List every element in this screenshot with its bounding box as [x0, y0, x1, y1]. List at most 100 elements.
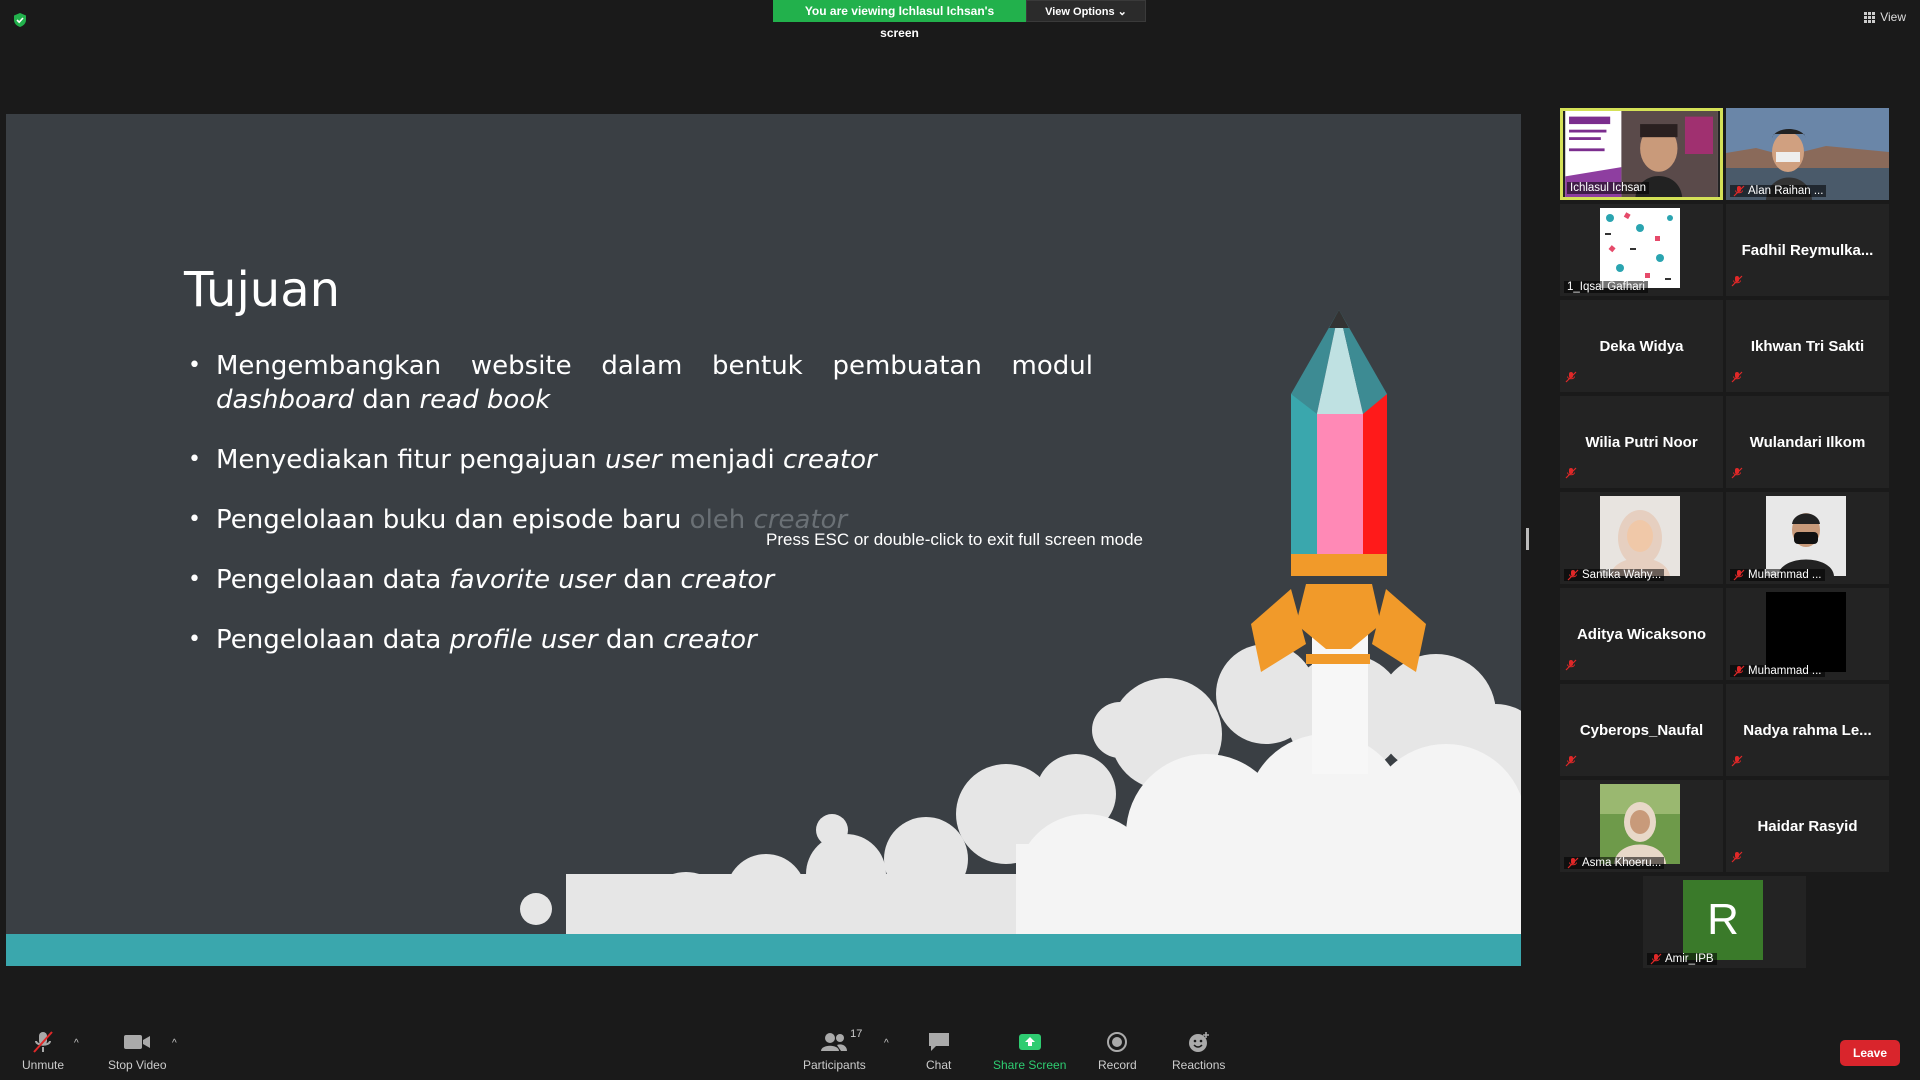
participant-tile[interactable]: Muhammad ... — [1726, 588, 1889, 680]
participant-name: Haidar Rasyid — [1757, 818, 1858, 835]
video-camera-icon — [124, 1035, 151, 1049]
avatar: R — [1683, 880, 1763, 960]
list-item: Mengembangkan website dalam bentuk pembu… — [188, 349, 1093, 417]
fullscreen-exit-hint: Press ESC or double-click to exit full s… — [766, 530, 1143, 549]
slide-bullet-list: Mengembangkan website dalam bentuk pembu… — [188, 349, 1093, 683]
muted-mic-icon — [1733, 665, 1745, 677]
participant-caption: 1_Iqsal Gafhari — [1564, 281, 1648, 293]
avatar-letter: R — [1707, 895, 1739, 944]
slide-title: Tujuan — [184, 262, 341, 318]
participants-options-caret[interactable]: ^ — [884, 1038, 889, 1049]
leave-button[interactable]: Leave — [1840, 1040, 1900, 1066]
muted-mic-icon — [1650, 953, 1662, 965]
unmute-button[interactable]: Unmute — [22, 1030, 64, 1072]
participant-name: Wilia Putri Noor — [1585, 434, 1698, 451]
muted-mic-icon — [1733, 185, 1745, 197]
participant-caption: Muhammad ... — [1730, 569, 1825, 581]
chat-button[interactable]: Chat — [926, 1030, 951, 1072]
emoji-reaction-icon — [1188, 1032, 1209, 1052]
bullet3-text: Pengelolaan buku dan episode baru — [216, 505, 690, 535]
audio-options-caret[interactable]: ^ — [74, 1038, 79, 1049]
zoom-meeting-window: You are viewing Ichlasul Ichsan's screen… — [0, 0, 1920, 1080]
participant-tile[interactable]: Wilia Putri Noor — [1560, 396, 1723, 488]
participant-tile[interactable]: Aditya Wicaksono — [1560, 588, 1723, 680]
participant-caption: Asma Khoeru... — [1564, 857, 1665, 869]
stop-video-button[interactable]: Stop Video — [108, 1030, 167, 1072]
bullet4-text: favorite user — [449, 565, 615, 595]
unmute-label: Unmute — [22, 1058, 65, 1072]
bullet1-text: dan — [354, 385, 420, 415]
record-button[interactable]: Record — [1098, 1030, 1137, 1072]
shared-screen[interactable]: Tujuan Mengembangkan website dalam bentu… — [6, 114, 1521, 966]
bullet1-text: dashboard — [216, 385, 354, 415]
participant-name: Aditya Wicaksono — [1576, 626, 1707, 643]
stop-video-label: Stop Video — [108, 1058, 167, 1072]
participant-tile[interactable]: Wulandari Ilkom — [1726, 396, 1889, 488]
muted-mic-icon — [1565, 659, 1577, 671]
screen-share-banner: You are viewing Ichlasul Ichsan's screen… — [773, 0, 1146, 40]
participant-tile[interactable]: R Amir_IPB — [1643, 876, 1806, 968]
participant-name: Ichlasul Ichsan — [1570, 182, 1647, 194]
participant-tile[interactable]: Alan Raihan ... — [1726, 108, 1889, 200]
video-options-caret[interactable]: ^ — [172, 1038, 177, 1049]
share-screen-icon — [1018, 1034, 1041, 1050]
muted-mic-icon — [1731, 851, 1743, 863]
muted-mic-icon — [1567, 857, 1579, 869]
participants-label: Participants — [803, 1058, 866, 1072]
participants-icon — [821, 1033, 848, 1051]
participant-tile[interactable]: Ikhwan Tri Sakti — [1726, 300, 1889, 392]
viewing-screen-label: You are viewing Ichlasul Ichsan's screen — [773, 0, 1026, 40]
participant-caption: Amir_IPB — [1647, 953, 1717, 965]
bullet1-text: read book — [419, 385, 551, 415]
bullet2-text: menjadi — [661, 445, 783, 475]
participant-video — [1766, 592, 1846, 672]
participant-caption: Santika Wahy... — [1564, 569, 1665, 581]
participant-name: Amir_IPB — [1665, 953, 1714, 965]
muted-mic-icon — [1733, 569, 1745, 581]
bullet3-text: oleh — [689, 505, 754, 535]
muted-mic-icon — [1565, 371, 1577, 383]
participant-tile[interactable]: Muhammad ... — [1726, 492, 1889, 584]
participant-tile[interactable]: Nadya rahma Le... — [1726, 684, 1889, 776]
participant-caption: Muhammad ... — [1730, 665, 1825, 677]
view-label: View — [1880, 10, 1906, 24]
share-screen-label: Share Screen — [993, 1058, 1067, 1072]
participant-tile[interactable]: Deka Widya — [1560, 300, 1723, 392]
view-options-button[interactable]: View Options ⌄ — [1026, 0, 1146, 22]
record-label: Record — [1098, 1058, 1137, 1072]
bullet5-text: creator — [663, 625, 757, 655]
participant-video — [1600, 784, 1680, 864]
participants-count: 17 — [850, 1028, 863, 1040]
view-options-label: View Options — [1045, 6, 1115, 18]
bullet5-text: Pengelolaan data — [216, 625, 450, 655]
participant-tile[interactable]: Ichlasul Ichsan — [1560, 108, 1723, 200]
muted-mic-icon — [1565, 755, 1577, 767]
bullet2-text: creator — [782, 445, 877, 475]
participant-video — [1600, 208, 1680, 288]
participant-name: Cyberops_Naufal — [1579, 722, 1704, 739]
participant-tile[interactable]: Fadhil Reymulka... — [1726, 204, 1889, 296]
bullet5-text: dan — [597, 625, 664, 655]
participants-button[interactable]: 17 Participants — [803, 1028, 866, 1072]
encryption-shield-icon[interactable] — [12, 12, 28, 28]
bullet4-text: dan — [615, 565, 681, 595]
view-button[interactable]: View — [1864, 10, 1906, 24]
split-view-handle[interactable] — [1526, 528, 1529, 550]
participant-video — [1766, 496, 1846, 576]
participant-name: Deka Widya — [1599, 338, 1684, 355]
list-item: Pengelolaan data profile user dan creato… — [188, 623, 1093, 657]
bullet5-text: profile user — [449, 625, 598, 655]
participant-name: Fadhil Reymulka... — [1741, 242, 1874, 259]
participant-name: Asma Khoeru... — [1582, 857, 1662, 869]
participant-tile[interactable]: Haidar Rasyid — [1726, 780, 1889, 872]
participant-tile[interactable]: Asma Khoeru... — [1560, 780, 1723, 872]
chevron-down-icon: ⌄ — [1117, 6, 1127, 18]
participant-tile[interactable]: 1_Iqsal Gafhari — [1560, 204, 1723, 296]
participant-name: Muhammad ... — [1748, 569, 1822, 581]
participant-tile[interactable]: Santika Wahy... — [1560, 492, 1723, 584]
share-screen-button[interactable]: Share Screen — [993, 1030, 1066, 1072]
participant-name: Alan Raihan ... — [1748, 185, 1824, 197]
chat-label: Chat — [926, 1058, 952, 1072]
reactions-button[interactable]: Reactions — [1172, 1030, 1225, 1072]
participant-tile[interactable]: Cyberops_Naufal — [1560, 684, 1723, 776]
